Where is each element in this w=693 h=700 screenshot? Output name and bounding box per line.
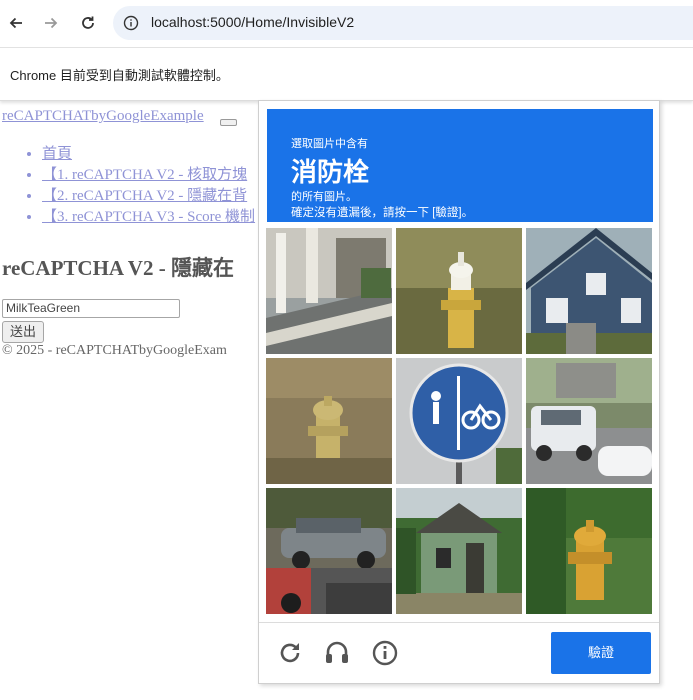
nav-link-v3-score[interactable]: 【3. reCAPTCHA V3 - Score 機制 [42, 209, 255, 225]
instruction-verify-hint: 確定沒有遺漏後，請按一下 [驗證]。 [291, 207, 474, 219]
info-icon[interactable] [371, 639, 399, 667]
footer-text: © 2025 - reCAPTCHATbyGoogleExam [2, 343, 227, 358]
tile-street-sidewalk[interactable] [266, 228, 392, 354]
instruction-pre: 選取圖片中含有 [291, 138, 368, 150]
nav-item[interactable]: 首頁 [42, 144, 255, 165]
nav-item[interactable]: 【2. reCAPTCHA V2 - 隱藏在背 [42, 186, 255, 207]
tile-blue-house[interactable] [526, 228, 652, 354]
nav-item[interactable]: 【3. reCAPTCHA V3 - Score 機制 [42, 207, 255, 228]
instruction-post: 的所有圖片。 [291, 191, 357, 203]
instruction-target: 消防栓 [291, 157, 370, 187]
back-arrow-icon [9, 17, 22, 29]
audio-icon[interactable] [323, 639, 351, 667]
navbar-toggler[interactable] [220, 119, 237, 126]
nav-list: 首頁 【1. reCAPTCHA V2 - 核取方塊 【2. reCAPTCHA… [22, 144, 255, 228]
nav-item[interactable]: 【1. reCAPTCHA V2 - 核取方塊 [42, 165, 255, 186]
brand-link[interactable]: reCAPTCHATbyGoogleExample [2, 108, 204, 125]
forward-button[interactable] [37, 9, 65, 37]
tile-small-house[interactable] [396, 488, 522, 614]
nav-link-v2-checkbox[interactable]: 【1. reCAPTCHA V2 - 核取方塊 [42, 167, 247, 183]
reload-page-button[interactable] [74, 9, 102, 37]
infobar-text: Chrome 目前受到自動測試軟體控制。 [10, 68, 229, 83]
challenge-header: 選取圖片中含有 消防栓 的所有圖片。 確定沒有遺漏後，請按一下 [驗證]。 [267, 109, 653, 222]
image-grid [266, 228, 652, 614]
page-title: reCAPTCHA V2 - 隱藏在 [2, 256, 234, 280]
recaptcha-challenge: 選取圖片中含有 消防栓 的所有圖片。 確定沒有遺漏後，請按一下 [驗證]。 驗證 [258, 100, 660, 684]
tile-white-suv-street[interactable] [526, 358, 652, 484]
tile-parked-cars[interactable] [266, 488, 392, 614]
address-bar[interactable]: localhost:5000/Home/InvisibleV2 [113, 6, 693, 40]
browser-toolbar: localhost:5000/Home/InvisibleV2 [0, 0, 693, 48]
nav-link-home[interactable]: 首頁 [42, 146, 72, 162]
nav-link-v2-invisible[interactable]: 【2. reCAPTCHA V2 - 隱藏在背 [42, 188, 247, 204]
submit-button[interactable]: 送出 [2, 321, 44, 343]
back-button[interactable] [2, 9, 30, 37]
reload-icon [82, 16, 94, 29]
reload-icon[interactable] [276, 639, 304, 667]
name-input[interactable]: MilkTeaGreen [2, 299, 180, 318]
challenge-footer: 驗證 [259, 622, 659, 683]
tile-bicycle-pedestrian-sign[interactable] [396, 358, 522, 484]
automation-infobar: Chrome 目前受到自動測試軟體控制。 [0, 48, 693, 101]
verify-button[interactable]: 驗證 [551, 632, 651, 674]
tile-yellow-hydrant-dirt[interactable] [266, 358, 392, 484]
url-text: localhost:5000/Home/InvisibleV2 [151, 14, 355, 30]
forward-arrow-icon [45, 17, 58, 29]
tile-yellow-hydrant-grass[interactable] [526, 488, 652, 614]
tile-white-yellow-hydrant[interactable] [396, 228, 522, 354]
site-info-icon[interactable] [123, 15, 139, 31]
